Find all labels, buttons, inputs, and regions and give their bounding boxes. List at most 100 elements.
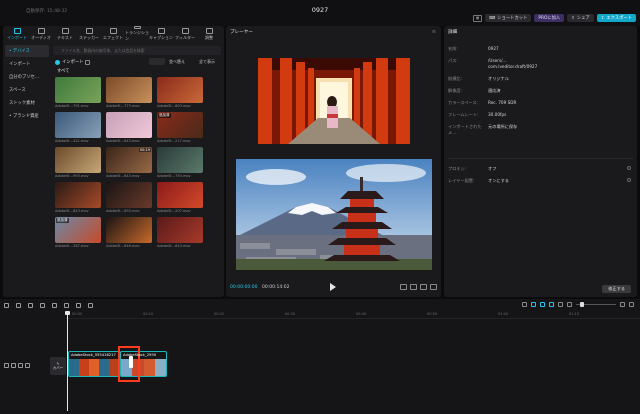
- quality-icon[interactable]: [420, 284, 427, 290]
- pro-button[interactable]: PROに加入: [534, 14, 565, 22]
- track-eye-icon[interactable]: [11, 362, 16, 368]
- mic-icon[interactable]: [522, 302, 527, 307]
- media-tile[interactable]: AdobeSt…846.mov: [106, 217, 152, 248]
- fit-icon[interactable]: [629, 302, 634, 307]
- sidebar-item[interactable]: 自分のプリセ…: [5, 71, 49, 83]
- export-icon: ⇧: [600, 15, 605, 21]
- layout-icon[interactable]: ▦: [473, 14, 483, 22]
- track-more-icon[interactable]: [25, 362, 30, 368]
- shortcut-button[interactable]: ⌨ ショートカット: [485, 14, 532, 22]
- layer-row: レイヤー配置: オンにする: [448, 178, 633, 184]
- player-title: プレーヤー: [230, 30, 253, 35]
- tab-filter[interactable]: フィルター: [173, 26, 197, 42]
- view-toggle-icon[interactable]: [149, 58, 165, 65]
- sidebar-item[interactable]: インポート: [5, 58, 49, 70]
- track-lock-icon[interactable]: [4, 362, 9, 368]
- trim-right-icon[interactable]: [64, 302, 69, 308]
- media-tile[interactable]: AdobeSt…773.mov: [106, 77, 152, 108]
- tab-transition[interactable]: トランジション: [125, 26, 149, 42]
- sticker-icon: [85, 27, 93, 34]
- details-value: オリジナル: [488, 76, 509, 81]
- zoom-in-icon[interactable]: [620, 302, 625, 307]
- tile-caption: AdobeSt…846.mov: [106, 244, 140, 248]
- fullscreen-icon[interactable]: [430, 284, 437, 290]
- undo-icon[interactable]: [16, 302, 21, 308]
- details-value: 0927: [488, 46, 499, 51]
- tab-effect[interactable]: エフェクト: [101, 26, 125, 42]
- media-tile[interactable]: AdobeSt…791.mov: [55, 77, 101, 108]
- media-tile[interactable]: AdobeSt…793.mov: [157, 147, 203, 178]
- media-tile[interactable]: AdobeSt…421.mov: [55, 112, 101, 143]
- ruler-tick-label: 00:20: [214, 312, 225, 316]
- aspect-ratio-icon[interactable]: [400, 284, 407, 290]
- details-row: 解像度: 適応済: [448, 88, 633, 94]
- media-tile[interactable]: AdobeSt…643.mov: [106, 112, 152, 143]
- select-tool-icon[interactable]: [4, 302, 9, 308]
- sidebar-item[interactable]: • デバイス: [5, 45, 49, 57]
- cover-button[interactable]: ✎ カバー: [50, 357, 66, 375]
- clip-thumbnail: [79, 359, 89, 376]
- player-menu-icon[interactable]: ≡: [432, 29, 436, 35]
- media-tile[interactable]: AdobeSt…207.mov: [157, 182, 203, 213]
- media-tile[interactable]: AdobeSt…993.mov: [55, 147, 101, 178]
- tab-adjust[interactable]: 調整: [197, 26, 221, 42]
- sidebar-item[interactable]: スペース: [5, 84, 49, 96]
- media-tile[interactable]: AdobeSt…603.mov: [157, 77, 203, 108]
- preview-axis-icon[interactable]: [558, 302, 563, 307]
- details-row: フレームレート: 30.00fps: [448, 112, 633, 118]
- media-tile[interactable]: AdobeSt…693.mov: [106, 182, 152, 213]
- modify-button[interactable]: 修正する: [602, 285, 631, 293]
- layer-info-icon[interactable]: [627, 178, 631, 182]
- tab-label: エフェクト: [103, 34, 123, 40]
- cover-label: カバー: [52, 365, 64, 370]
- share-button[interactable]: ⇪ シェア: [567, 14, 594, 22]
- media-tile[interactable]: 00:19 AdobeSt…643.mov: [106, 147, 152, 178]
- media-search-input[interactable]: ファイル名、動画内の被写体、または会話を検索: [53, 46, 221, 55]
- tab-text[interactable]: テキスト: [53, 26, 77, 42]
- zoom-out-icon[interactable]: [567, 302, 572, 307]
- split-icon[interactable]: [40, 302, 45, 308]
- details-divider: [448, 158, 633, 159]
- play-icon[interactable]: [330, 283, 336, 291]
- tab-sticker[interactable]: ステッカー: [77, 26, 101, 42]
- timeline-clip[interactable]: AdobeStock_555416217: [68, 351, 120, 377]
- redo-icon[interactable]: [28, 302, 33, 308]
- all-label: すべて: [57, 69, 70, 74]
- current-timecode: 00:00:00:00: [230, 285, 258, 290]
- details-key: フレームレート:: [448, 112, 479, 117]
- media-tile[interactable]: 追加済 AdobeSt…217.mov: [157, 112, 203, 143]
- grid-view-icon[interactable]: [85, 59, 91, 65]
- export-button[interactable]: ⇧ エクスポート: [596, 14, 636, 22]
- clip-thumbnail: [89, 359, 99, 376]
- sidebar-item[interactable]: • ブランド資産: [5, 110, 49, 122]
- shield-icon[interactable]: [88, 302, 93, 308]
- ruler-tick-label: 00:10: [143, 312, 154, 316]
- time-ruler[interactable]: 00:00 00:10 00:20 00:30 00:40 00:50 01:00 01:10: [66, 311, 640, 319]
- delete-icon[interactable]: [76, 302, 81, 308]
- media-tile[interactable]: AdobeSt…843.mov: [157, 217, 203, 248]
- tab-audio[interactable]: オーディオ: [29, 26, 53, 42]
- tab-caption[interactable]: キャプション: [149, 26, 173, 42]
- trim-left-icon[interactable]: [52, 302, 57, 308]
- tile-caption: AdobeSt…421.mov: [55, 139, 89, 143]
- filter-button[interactable]: 全て表示: [199, 58, 215, 66]
- snap-icon[interactable]: [549, 302, 554, 307]
- sidebar-item[interactable]: ストック素材: [5, 97, 49, 109]
- sort-button[interactable]: 並べ替え: [169, 58, 185, 66]
- import-button[interactable]: インポート: [55, 58, 91, 66]
- tab-import[interactable]: インポート: [5, 26, 29, 42]
- media-tile[interactable]: 追加済 AdobeSt…267.mov: [55, 217, 101, 248]
- media-sidebar: • デバイス インポート 自分のプリセ… スペース ストック素材 • ブランド資産: [3, 44, 51, 297]
- tile-caption: AdobeSt…643.mov: [106, 174, 140, 178]
- proxy-key: プロキシ:: [448, 166, 467, 171]
- media-tile[interactable]: AdobeSt…843.mov: [55, 182, 101, 213]
- crop-icon[interactable]: [410, 284, 417, 290]
- trim-handle[interactable]: [129, 356, 133, 368]
- magnet-icon[interactable]: [540, 302, 545, 307]
- proxy-info-icon[interactable]: [627, 166, 631, 170]
- link-icon[interactable]: [531, 302, 536, 307]
- zoom-slider[interactable]: [576, 302, 616, 307]
- share-icon: ⇪: [571, 15, 575, 21]
- track-audio-icon[interactable]: [18, 362, 23, 368]
- playhead[interactable]: [65, 311, 70, 411]
